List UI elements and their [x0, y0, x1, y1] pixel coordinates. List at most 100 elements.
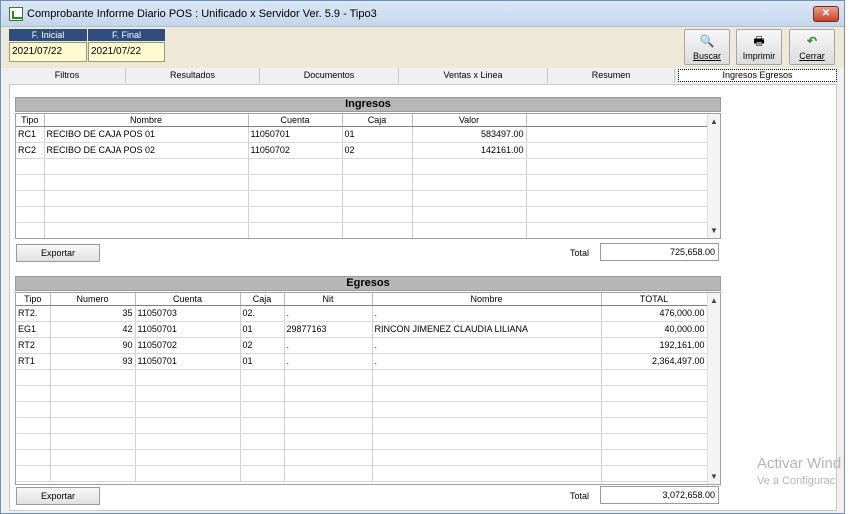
- egresos-header-row: Tipo Numero Cuenta Caja Nit Nombre TOTAL: [16, 293, 708, 306]
- cell-numero: 93: [50, 353, 136, 370]
- empty-row: [16, 449, 708, 466]
- table-row[interactable]: EG1 42 11050701 01 29877163 RINCON JIMEN…: [16, 321, 708, 338]
- egresos-header: Egresos: [15, 276, 721, 291]
- tab-ingresos-egresos[interactable]: Ingresos Egresos: [678, 69, 837, 82]
- cell-caja: 02: [342, 142, 413, 159]
- cell-nombre: RECIBO DE CAJA POS 02: [44, 142, 249, 159]
- col-empty: [526, 114, 709, 127]
- tab-filtros[interactable]: Filtros: [9, 68, 126, 83]
- cell-caja: 02: [240, 337, 285, 354]
- cell-cuenta: 11050702: [248, 142, 343, 159]
- cell-caja: 02.: [240, 305, 285, 322]
- printer-icon: 🖶: [753, 34, 765, 48]
- cell-valor: 583497.00: [412, 126, 527, 143]
- col-caja[interactable]: Caja: [342, 114, 413, 127]
- empty-row: [16, 369, 708, 386]
- ingresos-total-value: 725,658.00: [600, 243, 719, 261]
- col-nit[interactable]: Nit: [284, 293, 373, 306]
- col-numero[interactable]: Numero: [50, 293, 136, 306]
- cell-nombre: RINCON JIMENEZ CLAUDIA LILIANA: [372, 321, 602, 338]
- col-caja[interactable]: Caja: [240, 293, 285, 306]
- egresos-total-label: Total: [570, 491, 590, 501]
- activation-watermark-subtitle: Ve a Configurac: [757, 475, 836, 487]
- table-row[interactable]: RC2 RECIBO DE CAJA POS 02 11050702 02 14…: [16, 142, 709, 159]
- table-row[interactable]: RT2 90 11050702 02 . . 192,161.00: [16, 337, 708, 354]
- start-date-label: F. Inicial: [9, 29, 87, 41]
- title-bar[interactable]: Comprobante Informe Diario POS : Unifica…: [1, 1, 844, 27]
- cell-numero: 42: [50, 321, 136, 338]
- empty-row: [16, 465, 708, 482]
- table-row[interactable]: RT1 93 11050701 01 . . 2,364,497.00: [16, 353, 708, 370]
- search-button[interactable]: 🔍 Buscar: [684, 29, 730, 65]
- tab-ventas-x-linea[interactable]: Ventas x Linea: [399, 68, 548, 83]
- start-date-field[interactable]: 2021/07/22: [9, 42, 87, 62]
- col-nombre[interactable]: Nombre: [372, 293, 602, 306]
- col-total[interactable]: TOTAL: [601, 293, 708, 306]
- cell-caja: 01: [240, 353, 285, 370]
- empty-row: [16, 190, 709, 207]
- empty-row: [16, 401, 708, 418]
- ingresos-grid[interactable]: Tipo Nombre Cuenta Caja Valor RC1 RECIBO…: [15, 113, 721, 239]
- col-tipo[interactable]: Tipo: [16, 293, 51, 306]
- activation-watermark-title: Activar Wind: [757, 455, 842, 472]
- close-button[interactable]: ↶ Cerrar: [789, 29, 835, 65]
- cell-tipo: RC1: [16, 126, 45, 143]
- empty-row: [16, 174, 709, 191]
- cell-cuenta: 11050702: [135, 337, 241, 354]
- empty-row: [16, 158, 709, 175]
- end-date-field[interactable]: 2021/07/22: [88, 42, 165, 62]
- egresos-total-value: 3,072,658.00: [600, 486, 719, 504]
- cell-empty: [526, 126, 709, 143]
- col-valor[interactable]: Valor: [412, 114, 527, 127]
- cell-nombre: RECIBO DE CAJA POS 01: [44, 126, 249, 143]
- table-row[interactable]: RT2. 35 11050703 02. . . 476,000.00: [16, 305, 708, 322]
- scroll-up-icon[interactable]: ▲: [708, 295, 720, 307]
- col-nombre[interactable]: Nombre: [44, 114, 249, 127]
- tab-resultados[interactable]: Resultados: [126, 68, 260, 83]
- main-window: Comprobante Informe Diario POS : Unifica…: [0, 0, 845, 514]
- col-cuenta[interactable]: Cuenta: [135, 293, 241, 306]
- col-tipo[interactable]: Tipo: [16, 114, 45, 127]
- scroll-down-icon[interactable]: ▼: [708, 471, 720, 483]
- window-title: Comprobante Informe Diario POS : Unifica…: [27, 8, 377, 20]
- empty-row: [16, 222, 709, 238]
- app-icon: [9, 7, 23, 21]
- egresos-export-button[interactable]: Exportar: [16, 487, 100, 505]
- tab-content: Ingresos Tipo Nombre Cuenta Caja Valor R…: [9, 84, 837, 511]
- ingresos-table: Tipo Nombre Cuenta Caja Valor RC1 RECIBO…: [16, 114, 709, 238]
- cell-nit: .: [284, 337, 373, 354]
- scroll-down-icon[interactable]: ▼: [708, 225, 720, 237]
- cell-cuenta: 11050701: [135, 321, 241, 338]
- print-button[interactable]: 🖶 Imprimir: [736, 29, 782, 65]
- cell-empty: [526, 142, 709, 159]
- cell-numero: 35: [50, 305, 136, 322]
- cell-total: 476,000.00: [601, 305, 708, 322]
- col-cuenta[interactable]: Cuenta: [248, 114, 343, 127]
- ingresos-scrollbar[interactable]: ▲ ▼: [707, 114, 720, 238]
- print-button-label: Imprimir: [742, 51, 776, 61]
- cell-tipo: RT2: [16, 337, 51, 354]
- egresos-scrollbar[interactable]: ▲ ▼: [707, 293, 720, 484]
- search-button-label: Buscar: [692, 51, 721, 61]
- cell-numero: 90: [50, 337, 136, 354]
- cell-tipo: EG1: [16, 321, 51, 338]
- scroll-up-icon[interactable]: ▲: [708, 116, 720, 128]
- window-close-button[interactable]: ✕: [813, 6, 839, 22]
- egresos-table: Tipo Numero Cuenta Caja Nit Nombre TOTAL…: [16, 293, 708, 482]
- egresos-grid[interactable]: Tipo Numero Cuenta Caja Nit Nombre TOTAL…: [15, 292, 721, 485]
- cell-cuenta: 11050703: [135, 305, 241, 322]
- cell-caja: 01: [240, 321, 285, 338]
- cell-cuenta: 11050701: [135, 353, 241, 370]
- table-row[interactable]: RC1 RECIBO DE CAJA POS 01 11050701 01 58…: [16, 126, 709, 143]
- cell-nombre: .: [372, 353, 602, 370]
- header-area: F. Inicial F. Final 2021/07/22 2021/07/2…: [1, 27, 844, 68]
- cell-nombre: .: [372, 337, 602, 354]
- tab-documentos[interactable]: Documentos: [260, 68, 399, 83]
- cell-tipo: RC2: [16, 142, 45, 159]
- end-date-label: F. Final: [88, 29, 165, 41]
- search-icon: 🔍: [699, 34, 715, 48]
- ingresos-export-button[interactable]: Exportar: [16, 244, 100, 262]
- tab-strip: Filtros Resultados Documentos Ventas x L…: [9, 68, 839, 84]
- tab-resumen[interactable]: Resumen: [548, 68, 675, 83]
- empty-row: [16, 385, 708, 402]
